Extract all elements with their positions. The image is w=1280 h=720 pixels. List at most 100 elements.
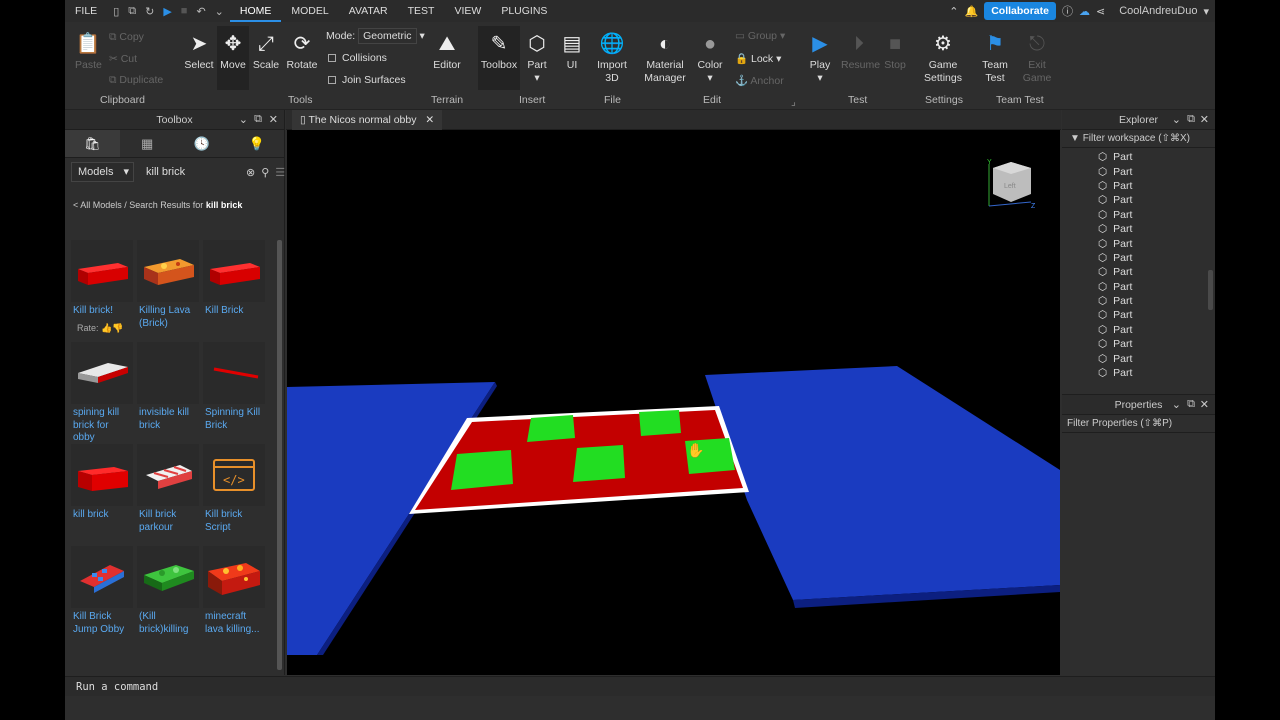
explorer-row[interactable]: ⬡ Part [1098,280,1132,294]
cloud-icon[interactable]: ☁ [1079,5,1090,18]
explorer-filter[interactable]: ▼ Filter workspace (⇧⌘X) [1062,130,1215,148]
command-bar[interactable]: Run a command [65,676,1215,696]
explorer-row[interactable]: ⬡ Part [1098,251,1132,265]
cut-button[interactable]: ✂ Cut [109,53,137,65]
resume-button[interactable]: ⏵ Resume [841,32,880,72]
explorer-row[interactable]: ⬡ Part [1098,236,1132,250]
save-icon[interactable]: ⧉ [128,5,136,18]
green-block[interactable] [451,450,513,490]
close-icon[interactable]: ✕ [1200,113,1209,126]
view-cube[interactable]: Left Y Z [987,158,1036,210]
move-tool-button[interactable]: ✥ Move [217,26,249,90]
play-small-icon[interactable]: ▶ [163,5,171,18]
result-item[interactable]: Kill Brick [203,240,265,318]
explorer-row[interactable]: ⬡ Part [1098,222,1132,236]
category-dropdown[interactable]: Models ▾ [71,162,134,182]
stop-small-icon[interactable]: ■ [181,5,188,17]
explorer-row[interactable]: ⬡ Part [1098,308,1132,322]
result-item[interactable]: minecraft lava killing... [203,546,265,636]
explorer-row[interactable]: ⬡ Part [1098,150,1132,164]
undock-icon[interactable]: ⧉ [254,113,262,126]
rotate-tool-button[interactable]: ⟳ Rotate [285,32,319,72]
redo-icon[interactable]: ↻ [145,5,154,18]
search-input[interactable]: kill brick [140,162,240,182]
explorer-row[interactable]: ⬡ Part [1098,366,1132,380]
result-item[interactable]: Kill Brick Jump Obby [71,546,133,636]
terrain-editor-button[interactable]: ⛰ Editor [430,32,464,72]
collisions-checkbox[interactable] [328,54,336,63]
explorer-row[interactable]: ⬡ Part [1098,294,1132,308]
explorer-row[interactable]: ⬡ Part [1098,337,1132,351]
close-icon[interactable]: ✕ [269,113,278,126]
tab-marketplace[interactable]: 🛍 [65,130,120,157]
share-icon[interactable]: ⋖ [1096,5,1105,18]
play-button[interactable]: ▶ Play ▾ [805,32,835,85]
blue-platform-left[interactable] [287,382,495,655]
explorer-row[interactable]: ⬡ Part [1098,208,1132,222]
result-item[interactable]: invisible kill brick [137,342,199,432]
close-icon[interactable]: ✕ [1200,398,1209,411]
help-icon[interactable]: ⓘ [1062,3,1073,19]
menu-home[interactable]: HOME [229,0,282,22]
lock-button[interactable]: 🔒 Lock ▾ [735,52,781,65]
chevron-down-icon[interactable]: ⌄ [1172,113,1181,126]
blue-platform-right[interactable] [705,366,1060,600]
menu-file[interactable]: FILE [65,0,107,22]
thumbs-down-icon[interactable]: 👎 [112,323,123,333]
paste-button[interactable]: 📋 Paste [75,32,102,72]
3d-viewport[interactable]: ✋ Left Y Z [287,130,1060,675]
edit-expand-icon[interactable]: ⌟ [791,96,796,108]
tab-creations[interactable]: 💡 [229,130,284,157]
result-item[interactable]: kill brick [71,444,133,522]
result-item[interactable]: (Kill brick)killing [137,546,199,636]
part-button[interactable]: ⬡ Part ▾ [523,32,551,85]
explorer-row[interactable]: ⬡ Part [1098,265,1132,279]
explorer-row[interactable]: ⬡ Part [1098,351,1132,365]
game-settings-button[interactable]: ⚙ Game Settings [921,32,965,85]
result-item[interactable]: </> Kill brick Script [203,444,265,534]
menu-view[interactable]: VIEW [444,0,491,22]
breadcrumb[interactable]: < All Models / Search Results for kill b… [73,200,242,210]
undock-icon[interactable]: ⧉ [1187,398,1195,411]
toolbox-scrollbar[interactable] [277,240,282,670]
properties-filter[interactable]: Filter Properties (⇧⌘P) [1062,415,1215,433]
menu-plugins[interactable]: PLUGINS [491,0,557,22]
tab-place[interactable]: ▯ The Nicos normal obby ✕ [292,110,443,130]
undo-icon[interactable]: ↶ [196,5,205,18]
username[interactable]: CoolAndreuDuo [1119,5,1197,17]
result-item[interactable]: Kill brick parkour [137,444,199,534]
result-item[interactable]: Spinning Kill Brick [203,342,265,432]
undock-icon[interactable]: ⧉ [1187,113,1195,126]
duplicate-button[interactable]: ⧉ Duplicate [109,74,163,87]
result-item[interactable]: Kill brick! Rate: 👍👎 [71,240,133,334]
result-item[interactable]: spining kill brick for obby [71,342,133,445]
new-file-icon[interactable]: ▯ [113,5,119,18]
clear-icon[interactable]: ⊗ [246,166,255,179]
explorer-row[interactable]: ⬡ Part [1098,179,1132,193]
stop-button[interactable]: ■ Stop [881,32,909,72]
chevron-down-icon[interactable]: ⌄ [239,113,248,126]
result-item[interactable]: Killing Lava (Brick) [137,240,199,330]
toolbox-button[interactable]: ✎ Toolbox [478,26,520,90]
anchor-button[interactable]: ⚓ Anchor [735,74,784,87]
close-icon[interactable]: ✕ [425,114,434,126]
user-chevron-icon[interactable]: ▾ [1203,5,1209,18]
join-surfaces-toggle[interactable]: Join Surfaces [328,74,406,86]
filter-icon[interactable]: ☰ [275,166,285,179]
explorer-scrollbar[interactable] [1208,270,1213,310]
ui-button[interactable]: ▤ UI [559,32,585,72]
explorer-row[interactable]: ⬡ Part [1098,164,1132,178]
collaborate-button[interactable]: Collaborate [984,2,1056,20]
scale-tool-button[interactable]: ⤢ Scale [251,32,281,72]
explorer-row[interactable]: ⬡ Part [1098,193,1132,207]
notification-icon[interactable]: 🔔 [965,5,979,18]
thumbs-up-icon[interactable]: 👍 [101,323,112,333]
color-button[interactable]: ● Color ▾ [695,32,725,85]
menu-test[interactable]: TEST [398,0,445,22]
exit-game-button[interactable]: ⎋ Exit Game [1021,32,1053,85]
mode-select[interactable]: Mode: Geometric ▾ [326,28,425,44]
import-3d-button[interactable]: 🌐 Import 3D [593,32,631,85]
menu-model[interactable]: MODEL [281,0,338,22]
green-block[interactable] [527,415,575,442]
team-test-button[interactable]: ⚑ Team Test [977,32,1013,85]
